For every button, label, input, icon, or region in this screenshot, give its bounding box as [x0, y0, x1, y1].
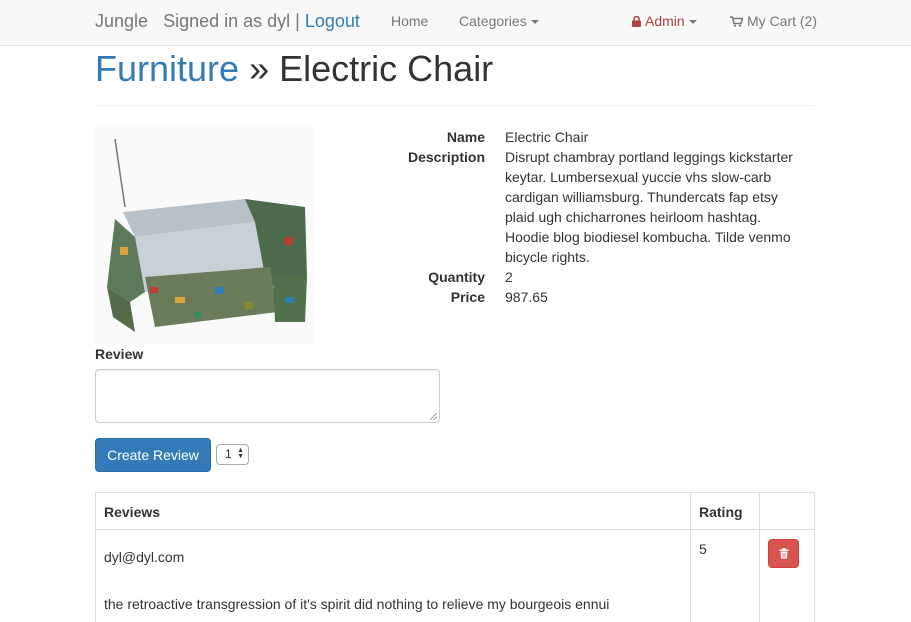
rating-select-value: 1 [225, 447, 232, 461]
quantity-value: 2 [505, 269, 513, 285]
signed-in-text: Signed in as dyl [163, 11, 291, 31]
nav-cart-label: My Cart (2) [747, 13, 817, 29]
nav-home[interactable]: Home [391, 13, 428, 29]
column-divider [690, 493, 691, 622]
product-image [95, 127, 315, 344]
nav-cart[interactable]: My Cart (2) [730, 13, 817, 29]
price-label: Price [450, 289, 485, 305]
reviews-table: Reviews Rating dyl@dyl.com the retroacti… [95, 492, 815, 622]
header-divider [95, 105, 815, 106]
lock-icon [632, 16, 641, 27]
trash-icon [779, 548, 789, 559]
rating-select[interactable]: 1 ▲ ▼ [216, 444, 249, 465]
description-label: Description [407, 149, 485, 165]
select-arrows-icon: ▲ ▼ [237, 447, 244, 460]
logout-link[interactable]: Logout [305, 11, 360, 31]
quantity-label: Quantity [428, 269, 485, 285]
caret-down-icon [688, 20, 697, 25]
review-rating: 5 [699, 541, 707, 557]
page-title: Furniture » Electric Chair [95, 48, 493, 90]
header-actions [760, 493, 815, 530]
product-details: Name Electric Chair Description Disrupt … [330, 127, 820, 307]
navbar: Jungle Signed in as dyl | Logout Home Ca… [0, 0, 911, 46]
name-value: Electric Chair [505, 129, 589, 145]
brand-separator: | [295, 11, 300, 31]
column-divider [759, 493, 760, 622]
category-link[interactable]: Furniture [95, 48, 239, 89]
price-value: 987.65 [505, 289, 548, 305]
caret-down-icon [530, 20, 539, 25]
detail-row-description: Description Disrupt chambray portland le… [330, 147, 820, 267]
brand-link[interactable]: Jungle [95, 11, 148, 31]
navbar-brand-area: Jungle Signed in as dyl | Logout [95, 11, 360, 32]
header-reviews: Reviews [96, 493, 690, 530]
review-label: Review [95, 346, 144, 362]
nav-categories-dropdown[interactable]: Categories [459, 13, 539, 29]
description-value: Disrupt chambray portland leggings kicks… [505, 149, 793, 265]
delete-review-button[interactable] [768, 539, 799, 568]
detail-row-price: Price 987.65 [330, 287, 820, 307]
detail-row-quantity: Quantity 2 [330, 267, 820, 287]
nav-categories-label: Categories [459, 13, 527, 29]
nav-admin-label: Admin [645, 13, 685, 29]
create-review-button[interactable]: Create Review [95, 438, 211, 472]
review-text: the retroactive transgression of it's sp… [104, 596, 610, 612]
resize-grip-icon[interactable] [429, 412, 437, 420]
name-label: Name [446, 129, 485, 145]
detail-row-name: Name Electric Chair [330, 127, 820, 147]
title-separator: » [249, 48, 270, 89]
review-textarea[interactable] [95, 369, 440, 423]
shopping-cart-icon [730, 16, 743, 27]
header-rating: Rating [691, 493, 759, 530]
nav-admin-dropdown[interactable]: Admin [632, 13, 697, 29]
review-author: dyl@dyl.com [104, 549, 185, 565]
chair-product-image [107, 138, 307, 332]
product-title: Electric Chair [279, 48, 494, 89]
